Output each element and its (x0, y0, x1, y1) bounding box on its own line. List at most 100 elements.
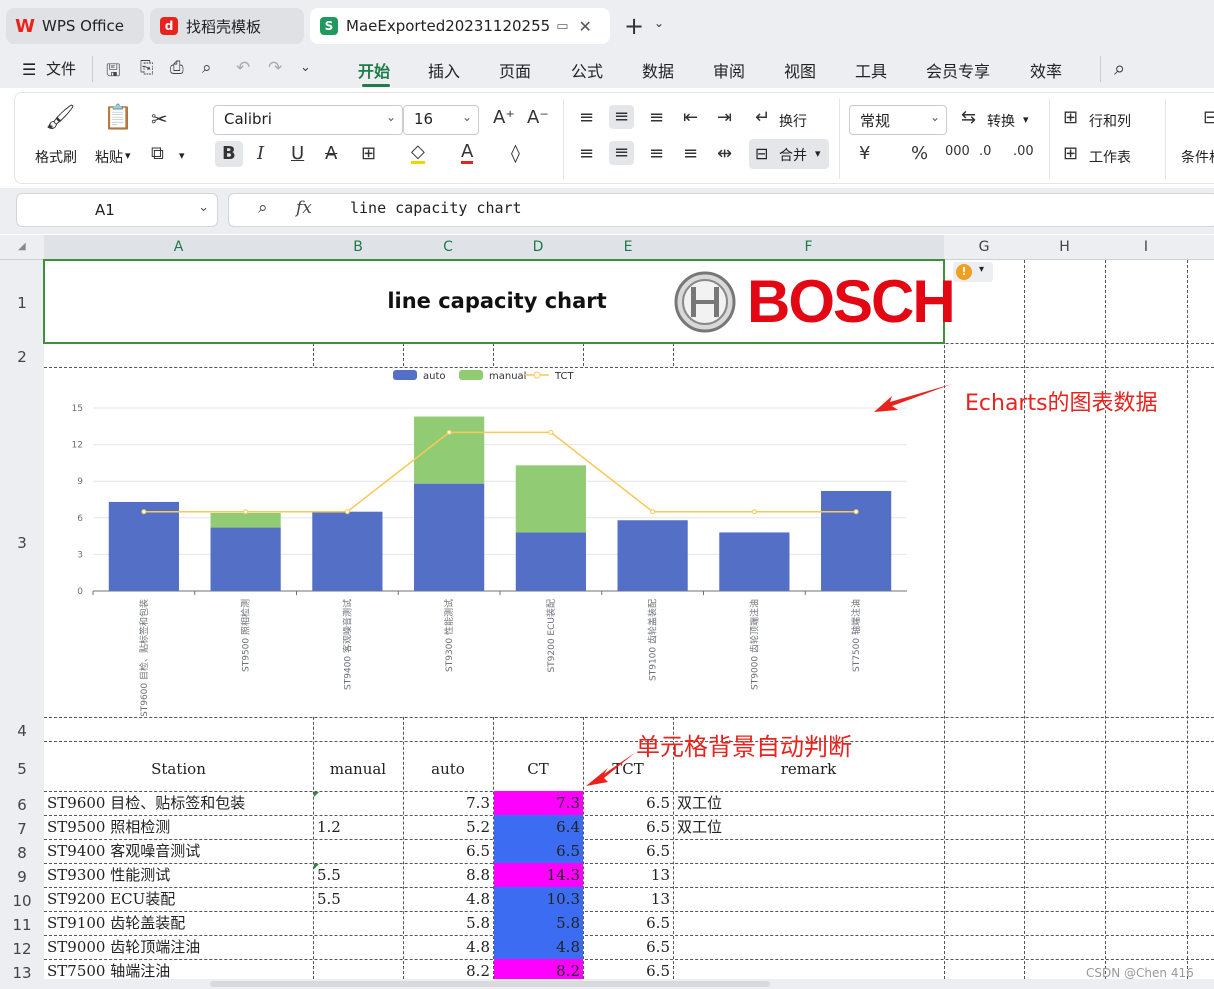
row-header-1[interactable]: 1 (0, 294, 44, 312)
increase-decimal-icon[interactable]: .0 (979, 145, 991, 158)
cell-station[interactable]: ST9300 性能测试 (47, 863, 313, 887)
cell-auto[interactable]: 5.8 (403, 911, 490, 935)
search-icon[interactable]: ⌕ (1114, 56, 1125, 80)
format-painter-icon[interactable]: 🖌 (45, 105, 75, 129)
column-header-i[interactable]: I (1105, 235, 1187, 260)
number-format-select[interactable]: 常规 ⌄ (849, 105, 947, 135)
tab-docer[interactable]: d 找稻壳模板 (150, 8, 304, 44)
zoom-icon[interactable]: ⌕ (258, 198, 268, 218)
column-header-g[interactable]: G (944, 235, 1024, 260)
title-cell[interactable]: line capacity chart BOSCH (43, 259, 956, 344)
paste-icon[interactable]: 📋 (103, 105, 133, 129)
wrap-text-label[interactable]: 换行 (779, 111, 807, 131)
column-header-f[interactable]: F (673, 235, 944, 260)
tab-wps-office[interactable]: W WPS Office (6, 8, 144, 44)
convert-icon[interactable]: ⇆ (961, 109, 976, 127)
percent-icon[interactable]: % (911, 145, 928, 163)
cell-manual[interactable]: 5.5 (317, 863, 403, 887)
scrollbar-thumb[interactable] (210, 981, 770, 987)
cell-ct[interactable]: 7.3 (494, 791, 583, 815)
worksheet-label[interactable]: 工作表 (1089, 147, 1131, 167)
underline-icon[interactable]: U (291, 145, 304, 163)
chevron-down-icon[interactable]: ▾ (1023, 113, 1029, 126)
print-preview-icon[interactable]: ⌕ (202, 58, 212, 78)
cell-manual[interactable] (317, 791, 403, 815)
wrap-text-icon[interactable]: ↵ (755, 109, 770, 127)
align-middle-icon[interactable]: ≡ (609, 105, 635, 129)
cell-ct[interactable]: 14.3 (494, 863, 583, 887)
cell-auto[interactable]: 6.5 (403, 839, 490, 863)
cell-ct[interactable]: 4.8 (494, 935, 583, 959)
outdent-icon[interactable]: ⇤ (683, 109, 698, 127)
cell-station[interactable]: ST9600 目检、贴标签和包装 (47, 791, 313, 815)
header-ct[interactable]: CT (493, 757, 583, 781)
convert-label[interactable]: 转换 (987, 111, 1015, 131)
close-icon[interactable]: ✕ (579, 17, 592, 36)
cell-tct[interactable]: 6.5 (583, 911, 670, 935)
cell-ct[interactable]: 6.5 (494, 839, 583, 863)
formula-content[interactable]: line capacity chart (350, 199, 522, 217)
row-header-3[interactable]: 3 (0, 534, 44, 552)
column-header-c[interactable]: C (403, 235, 493, 260)
cell-ct[interactable]: 5.8 (494, 911, 583, 935)
indent-icon[interactable]: ⇥ (717, 109, 732, 127)
cell-tct[interactable]: 6.5 (583, 815, 670, 839)
cell-remark[interactable] (677, 911, 943, 935)
tab-active-workbook[interactable]: S MaeExported20231120255 ▭ ✕ (310, 8, 610, 44)
font-name-select[interactable]: Calibri ⌄ (213, 105, 403, 135)
cell-auto[interactable]: 4.8 (403, 887, 490, 911)
row-header-9[interactable]: 9 (0, 868, 44, 886)
cell-auto[interactable]: 4.8 (403, 935, 490, 959)
menu-member[interactable]: 会员专享 (926, 58, 990, 82)
new-tab-icon[interactable]: + (624, 12, 644, 40)
row-header-7[interactable]: 7 (0, 820, 44, 838)
column-header-a[interactable]: A (44, 235, 313, 260)
cell-manual[interactable] (317, 935, 403, 959)
align-center-icon[interactable]: ≡ (609, 141, 635, 165)
chevron-down-icon[interactable]: ▾ (125, 149, 131, 162)
rows-cols-label[interactable]: 行和列 (1089, 111, 1131, 131)
cell-ct[interactable]: 10.3 (494, 887, 583, 911)
cell-tct[interactable]: 13 (583, 863, 670, 887)
cell-manual[interactable] (317, 911, 403, 935)
distribute-icon[interactable]: ⇹ (717, 145, 732, 163)
cell-station[interactable]: ST9100 齿轮盖装配 (47, 911, 313, 935)
header-auto[interactable]: auto (403, 757, 493, 781)
clear-icon[interactable]: ◊ (511, 145, 520, 163)
cell-auto[interactable]: 5.2 (403, 815, 490, 839)
name-box[interactable]: A1 ⌄ (16, 193, 218, 227)
fill-color-icon[interactable]: ◇ (411, 143, 425, 164)
cell-remark[interactable]: 双工位 (677, 815, 943, 839)
cell-manual[interactable] (317, 839, 403, 863)
paste-label[interactable]: 粘贴 (95, 147, 123, 167)
menu-page[interactable]: 页面 (499, 58, 531, 82)
decrease-font-icon[interactable]: A⁻ (527, 109, 549, 127)
align-bottom-icon[interactable]: ≡ (649, 109, 664, 127)
column-header-b[interactable]: B (313, 235, 403, 260)
thousands-icon[interactable]: 000 (945, 145, 970, 158)
cell-manual[interactable]: 5.5 (317, 887, 403, 911)
chevron-down-icon[interactable]: ▾ (179, 149, 185, 162)
save-icon[interactable]: 🖫 (106, 58, 120, 87)
menu-file[interactable]: 文件 (46, 58, 76, 79)
select-all-icon[interactable]: ◢ (18, 241, 26, 252)
row-header-8[interactable]: 8 (0, 844, 44, 862)
cell-remark[interactable] (677, 839, 943, 863)
cell-remark[interactable]: 双工位 (677, 791, 943, 815)
row-header-2[interactable]: 2 (0, 348, 44, 366)
menu-insert[interactable]: 插入 (428, 58, 460, 82)
menu-efficiency[interactable]: 效率 (1030, 58, 1062, 82)
conditional-format-label[interactable]: 条件格式 (1181, 147, 1214, 167)
strikethrough-icon[interactable]: A (325, 145, 337, 163)
undo-icon[interactable]: ↶ (236, 58, 250, 78)
print-icon[interactable]: ⎙ (170, 58, 184, 78)
column-header-h[interactable]: H (1024, 235, 1105, 260)
italic-icon[interactable]: I (257, 145, 264, 163)
bold-icon[interactable]: B (215, 141, 243, 167)
cell-auto[interactable]: 7.3 (403, 791, 490, 815)
error-check-button[interactable]: ! ▾ (953, 262, 993, 282)
format-painter-label[interactable]: 格式刷 (35, 147, 77, 167)
worksheet-icon[interactable]: ⊞ (1063, 145, 1078, 163)
justify-icon[interactable]: ≡ (683, 145, 698, 163)
row-header-4[interactable]: 4 (0, 722, 44, 740)
